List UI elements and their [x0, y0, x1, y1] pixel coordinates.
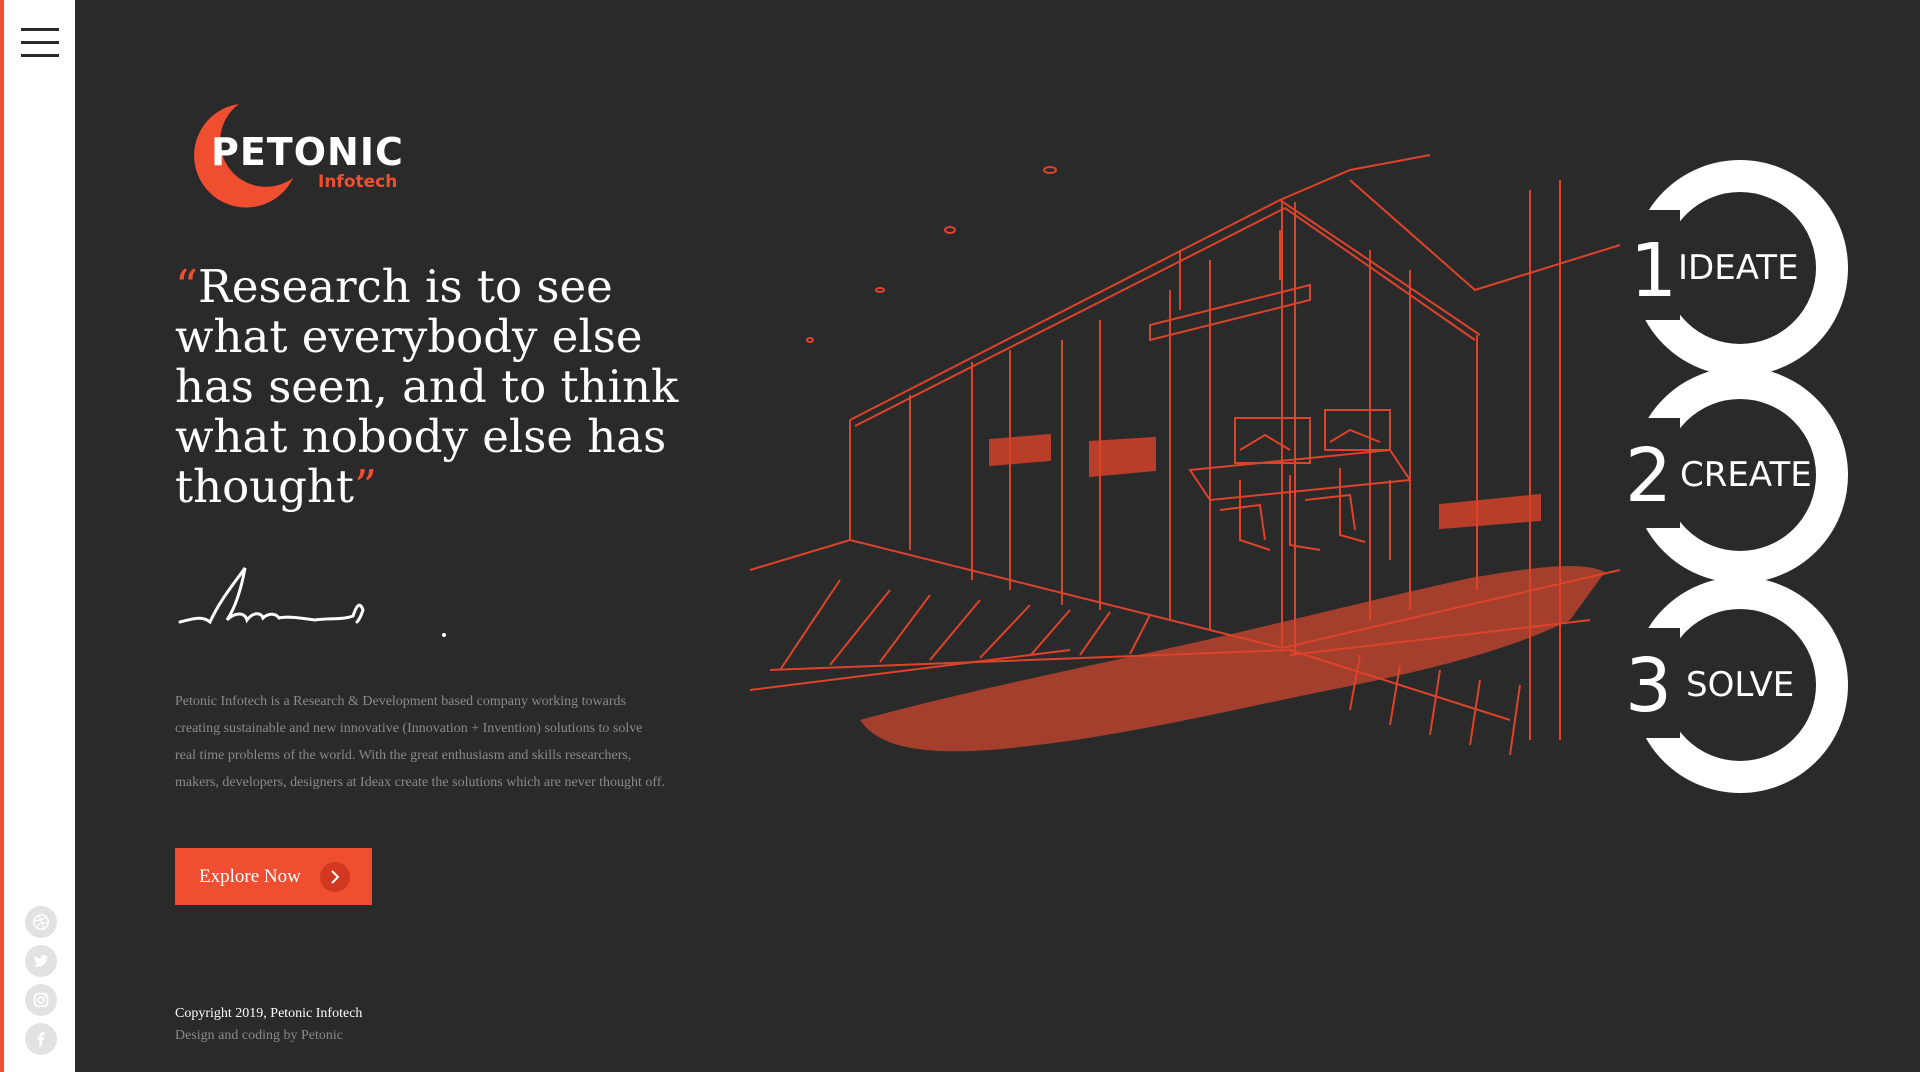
office-sketch-illustration	[750, 154, 1621, 756]
close-quote-mark: ”	[354, 460, 378, 513]
open-quote-mark: “	[175, 260, 199, 313]
step-1-number: 1	[1630, 228, 1678, 314]
logo-subtitle: Infotech	[318, 172, 398, 192]
step-3-label: SOLVE	[1686, 665, 1795, 705]
credits-text: Design and coding by Petonic	[175, 1028, 343, 1043]
chevron-right-icon	[320, 862, 350, 892]
dribbble-icon[interactable]	[25, 906, 57, 938]
instagram-icon[interactable]	[25, 984, 57, 1016]
step-3-number: 3	[1625, 643, 1673, 729]
hero-quote: “Research is to see what everybody else …	[175, 262, 695, 512]
signature	[178, 567, 446, 637]
logo[interactable]: PETONIC Infotech	[175, 100, 415, 210]
copyright-text: Copyright 2019, Petonic Infotech	[175, 1006, 363, 1021]
explore-now-button[interactable]: Explore Now	[175, 848, 372, 905]
logo-brand: PETONIC	[211, 130, 404, 174]
step-1-label: IDEATE	[1678, 248, 1799, 288]
hamburger-icon[interactable]	[21, 26, 59, 58]
step-2-number: 2	[1625, 433, 1673, 519]
quote-text: Research is to see what everybody else h…	[175, 260, 679, 513]
company-description: Petonic Infotech is a Research & Develop…	[175, 694, 665, 790]
explore-now-label: Explore Now	[199, 865, 301, 887]
twitter-icon[interactable]	[25, 945, 57, 977]
step-2-label: CREATE	[1680, 455, 1812, 495]
process-steps: 1 IDEATE 2 CREATE 3 SOLVE	[1620, 150, 1860, 810]
facebook-icon[interactable]	[25, 1023, 57, 1055]
sidebar	[0, 0, 75, 1072]
